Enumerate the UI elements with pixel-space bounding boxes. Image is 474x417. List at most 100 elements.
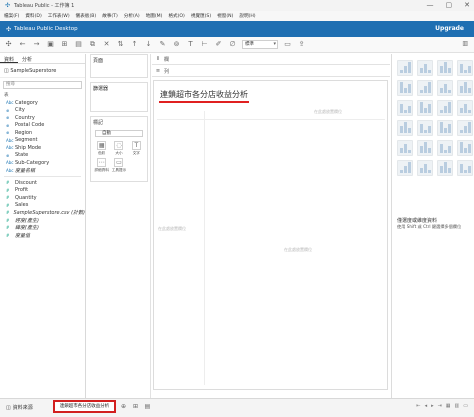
data-source-item[interactable]: ◫ SampleSuperstore: [0, 64, 85, 78]
field-profit[interactable]: # Profit: [0, 187, 85, 195]
new-dashboard-icon[interactable]: ⊞: [131, 402, 140, 411]
close-button[interactable]: ✕: [464, 1, 470, 10]
field-quantity[interactable]: # Quantity: [0, 194, 85, 202]
forward-icon[interactable]: →: [32, 40, 41, 49]
grid-view-icon[interactable]: ▦: [446, 403, 451, 409]
menu-dashboard[interactable]: 儀表板(B): [76, 13, 97, 19]
chart-thumb-filled-map[interactable]: [437, 60, 453, 76]
upgrade-link[interactable]: Upgrade: [435, 25, 464, 32]
detail-button[interactable]: ⋯ 詳細資料: [94, 158, 109, 173]
chart-thumb-packed-bubbles[interactable]: [457, 160, 473, 176]
chart-thumb-circle-views[interactable]: [437, 100, 453, 116]
menu-window[interactable]: 視窗(N): [217, 13, 233, 19]
presentation-icon[interactable]: ▭: [283, 40, 292, 49]
maximize-button[interactable]: ▢: [446, 1, 453, 10]
field-longitude[interactable]: # 經度(產生): [0, 217, 85, 225]
chart-thumb-area-continuous[interactable]: [457, 120, 473, 136]
new-worksheet-icon[interactable]: ⊕: [119, 402, 128, 411]
tabs-icon[interactable]: ▭: [463, 403, 468, 409]
chart-thumb-side-by-side-circles[interactable]: [457, 100, 473, 116]
clear-icon[interactable]: ✕: [102, 40, 111, 49]
menu-story[interactable]: 故事(T): [102, 13, 118, 19]
rows-shelf[interactable]: ≡ 列: [152, 66, 390, 77]
chart-thumb-lines-continuous[interactable]: [397, 120, 413, 136]
first-sheet-icon[interactable]: ⇤: [416, 403, 420, 409]
field-sales[interactable]: # Sales: [0, 202, 85, 210]
add-datasource-icon[interactable]: ⊞: [60, 40, 69, 49]
menu-data[interactable]: 資料(D): [25, 13, 41, 19]
show-me-icon[interactable]: ▥: [462, 40, 468, 47]
menu-worksheet[interactable]: 工作表(W): [48, 13, 70, 19]
size-button[interactable]: ◌ 大小: [111, 141, 126, 156]
menu-help[interactable]: 說明(H): [239, 13, 255, 19]
field-postal-code[interactable]: ⊕ Postal Code: [0, 122, 85, 130]
save-icon[interactable]: ▣: [46, 40, 55, 49]
menu-file[interactable]: 檔案(F): [4, 13, 19, 19]
field-country[interactable]: ⊕ Country: [0, 114, 85, 122]
last-sheet-icon[interactable]: ⇥: [438, 403, 442, 409]
field-segment[interactable]: Abc Segment: [0, 137, 85, 145]
minimize-button[interactable]: —: [427, 1, 434, 10]
tooltip-button[interactable]: ▭ 工具提示: [111, 158, 126, 173]
new-sheet-icon[interactable]: ▤: [74, 40, 83, 49]
worksheet-canvas[interactable]: 連鎖超市各分店收益分析 在此處放置欄位 在此處放置欄位 在此處放置欄位: [153, 80, 388, 390]
chart-thumb-dual-lines[interactable]: [437, 120, 453, 136]
mark-type-select[interactable]: 自動: [95, 130, 143, 137]
sheet-tab-active[interactable]: 連鎖超市各分店收益分析: [53, 400, 116, 413]
label-icon[interactable]: T: [186, 40, 195, 49]
fix-axes-icon[interactable]: ⊢: [200, 40, 209, 49]
sheet-title[interactable]: 連鎖超市各分店收益分析: [160, 89, 248, 100]
chart-thumb-dual-combination[interactable]: [417, 140, 433, 156]
swap-icon[interactable]: ⇅: [116, 40, 125, 49]
chart-thumb-stacked-bars[interactable]: [457, 80, 473, 96]
chart-thumb-text-table[interactable]: [397, 60, 413, 76]
back-icon[interactable]: ←: [18, 40, 27, 49]
fit-select[interactable]: 標準: [242, 40, 278, 49]
menu-map[interactable]: 地圖(M): [146, 13, 163, 19]
chart-thumb-scatter[interactable]: [437, 140, 453, 156]
field-category[interactable]: Abc Category: [0, 99, 85, 107]
color-button[interactable]: ▦ 色彩: [94, 141, 109, 156]
pen-icon[interactable]: ✐: [214, 40, 223, 49]
menu-format[interactable]: 格式(O): [168, 13, 184, 19]
search-input[interactable]: 搜尋: [3, 81, 82, 89]
chart-thumb-histogram[interactable]: [457, 140, 473, 156]
chart-thumb-lines-discrete[interactable]: [417, 120, 433, 136]
menu-analysis[interactable]: 分析(A): [124, 13, 140, 19]
field-region[interactable]: ⊕ Region: [0, 129, 85, 137]
highlight-icon[interactable]: ✎: [158, 40, 167, 49]
chart-thumb-highlight-table[interactable]: [397, 80, 413, 96]
filmstrip-icon[interactable]: ▥: [455, 403, 460, 409]
chart-thumb-box-whisker[interactable]: [397, 160, 413, 176]
field-measure-names[interactable]: Abc 度量名稱: [0, 167, 85, 175]
chart-thumb-horizontal-bars[interactable]: [437, 80, 453, 96]
chart-thumb-treemap-2[interactable]: [417, 100, 433, 116]
paperclip-icon[interactable]: ∅: [228, 40, 237, 49]
pages-card[interactable]: 頁面: [90, 54, 148, 78]
field-city[interactable]: ⊕ City: [0, 107, 85, 115]
menu-server[interactable]: 視覺匯(S): [191, 13, 211, 19]
field-discount[interactable]: # Discount: [0, 179, 85, 187]
new-story-icon[interactable]: ▤: [143, 402, 152, 411]
chart-thumb-treemap[interactable]: [417, 80, 433, 96]
field-sub-category[interactable]: Abc Sub-Category: [0, 159, 85, 167]
chart-thumb-area-discrete[interactable]: [397, 140, 413, 156]
share-icon[interactable]: ⇪: [297, 40, 306, 49]
duplicate-icon[interactable]: ⧉: [88, 40, 97, 49]
chart-thumb-heat-map[interactable]: [457, 60, 473, 76]
tab-data[interactable]: 資料: [0, 54, 19, 63]
tab-analysis[interactable]: 分析: [18, 54, 36, 63]
field-measure-values[interactable]: # 度量值: [0, 232, 85, 240]
text-button[interactable]: T 文字: [129, 141, 144, 156]
field-record-count[interactable]: # SampleSuperstore.csv (計數): [0, 209, 85, 217]
prev-sheet-icon[interactable]: ◂: [425, 403, 428, 409]
columns-shelf[interactable]: ⦀ 欄: [152, 54, 390, 65]
next-sheet-icon[interactable]: ▸: [431, 403, 434, 409]
chart-thumb-gantt[interactable]: [417, 160, 433, 176]
chart-thumb-symbol-map[interactable]: [417, 60, 433, 76]
sort-asc-icon[interactable]: ↑: [130, 40, 139, 49]
chart-thumb-bullet[interactable]: [437, 160, 453, 176]
sort-desc-icon[interactable]: ↓: [144, 40, 153, 49]
data-source-tab[interactable]: ◫ 資料來源: [2, 402, 37, 413]
group-icon[interactable]: ⊚: [172, 40, 181, 49]
